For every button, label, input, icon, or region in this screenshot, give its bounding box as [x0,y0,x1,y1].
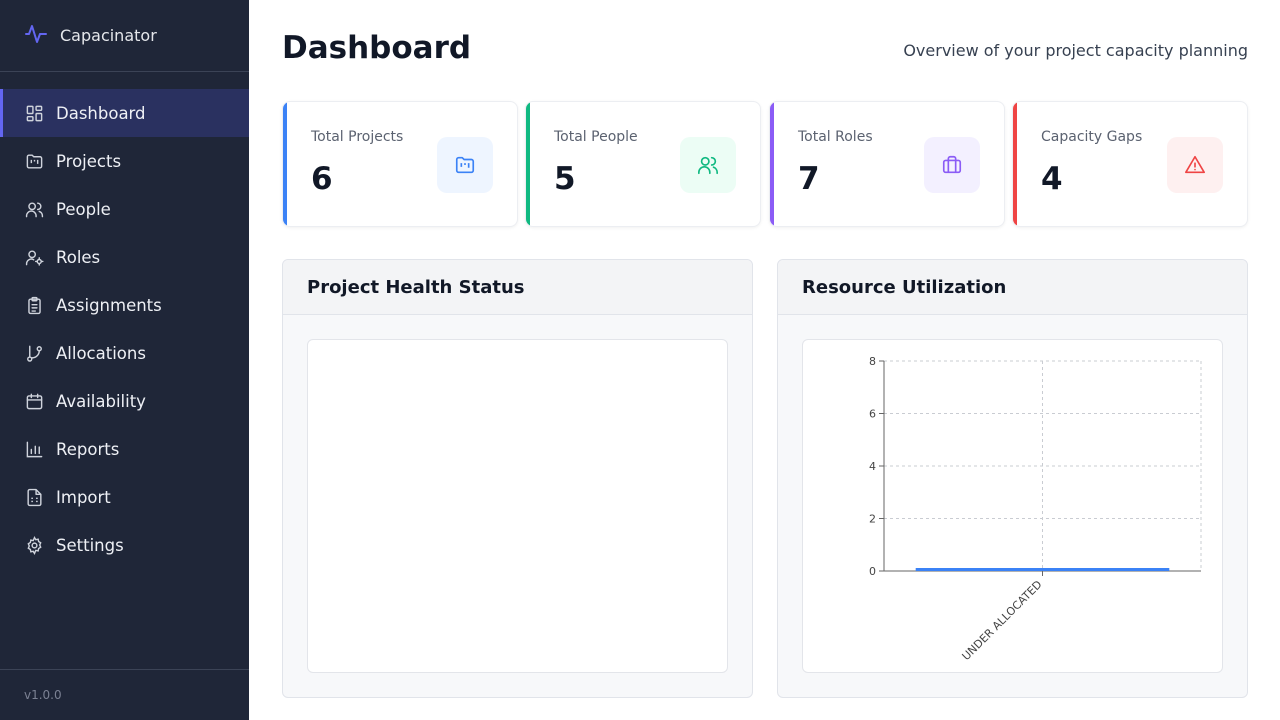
git-branch-icon [24,343,44,363]
resource-utilization-panel: Resource Utilization 0 2 4 6 8 UNDER ALLOCATE… [777,259,1248,698]
sidebar-footer: v1.0.0 [0,669,249,720]
stat-card-capacity-gaps[interactable]: Capacity Gaps 4 [1012,101,1248,227]
folder-kanban-icon [437,137,493,193]
stat-value: 5 [554,161,576,197]
stat-label: Total Projects [311,129,404,145]
card-accent [526,102,530,226]
card-accent [1013,102,1017,226]
card-accent [283,102,287,226]
main-content: Dashboard Overview of your project capac… [249,0,1280,720]
stat-value: 6 [311,161,333,197]
alert-triangle-icon [1167,137,1223,193]
sidebar-item-label: Availability [56,391,146,411]
stat-card-total-people[interactable]: Total People 5 [525,101,761,227]
y-tick-label: 8 [869,355,876,368]
panel-header: Project Health Status [283,260,752,315]
page-subtitle: Overview of your project capacity planni… [903,41,1248,60]
dashboard-icon [24,103,44,123]
project-health-chart[interactable] [307,339,728,673]
users-icon [680,137,736,193]
sidebar-item-label: Roles [56,247,101,267]
calendar-icon [24,391,44,411]
sidebar-item-availability[interactable]: Availability [0,377,249,425]
stat-label: Total People [554,129,638,145]
sidebar-item-label: Allocations [56,343,146,363]
file-spreadsheet-icon [24,487,44,507]
sidebar-item-reports[interactable]: Reports [0,425,249,473]
utilization-bar-chart: 0 2 4 6 8 UNDER ALLOCATED [869,355,1202,663]
sidebar-item-label: Reports [56,439,120,459]
clipboard-list-icon [24,295,44,315]
stat-value: 4 [1041,161,1063,197]
project-health-panel: Project Health Status [282,259,753,698]
panel-title: Project Health Status [307,276,525,298]
y-tick-label: 2 [869,513,876,526]
sidebar-item-label: Projects [56,151,122,171]
y-tick-label: 0 [869,565,876,578]
sidebar-item-label: Settings [56,535,124,555]
sidebar-item-label: People [56,199,111,219]
activity-pulse-icon [24,22,48,50]
stat-card-total-roles[interactable]: Total Roles 7 [769,101,1005,227]
sidebar-item-dashboard[interactable]: Dashboard [0,89,249,137]
y-tick-label: 4 [869,460,876,473]
sidebar-item-projects[interactable]: Projects [0,137,249,185]
sidebar-item-settings[interactable]: Settings [0,521,249,569]
app-name: Capacinator [60,26,157,45]
user-cog-icon [24,247,44,267]
sidebar-item-people[interactable]: People [0,185,249,233]
users-icon [24,199,44,219]
resource-utilization-chart[interactable]: 0 2 4 6 8 UNDER ALLOCATED [802,339,1223,673]
folder-kanban-icon [24,151,44,171]
stat-value: 7 [798,161,820,197]
brand[interactable]: Capacinator [0,0,249,72]
sidebar-item-roles[interactable]: Roles [0,233,249,281]
x-tick-label: UNDER ALLOCATED [959,578,1044,663]
sidebar-item-label: Import [56,487,111,507]
sidebar-item-import[interactable]: Import [0,473,249,521]
panel-header: Resource Utilization [778,260,1247,315]
sidebar: Capacinator Dashboard Projects People Ro… [0,0,249,720]
bar [915,568,1170,571]
app-version: v1.0.0 [24,688,62,702]
stats-row: Total Projects 6 Total People 5 Total Ro… [282,101,1248,227]
stat-card-total-projects[interactable]: Total Projects 6 [282,101,518,227]
page-title: Dashboard [282,30,472,66]
stat-label: Total Roles [798,129,873,145]
sidebar-item-assignments[interactable]: Assignments [0,281,249,329]
briefcase-icon [924,137,980,193]
sidebar-nav: Dashboard Projects People Roles Assignme… [0,89,249,569]
y-tick-label: 6 [869,408,876,421]
bar-chart-icon [24,439,44,459]
card-accent [770,102,774,226]
sidebar-item-allocations[interactable]: Allocations [0,329,249,377]
panel-title: Resource Utilization [802,276,1007,298]
sidebar-item-label: Dashboard [56,103,146,123]
sidebar-item-label: Assignments [56,295,162,315]
stat-label: Capacity Gaps [1041,129,1143,145]
settings-icon [24,535,44,555]
